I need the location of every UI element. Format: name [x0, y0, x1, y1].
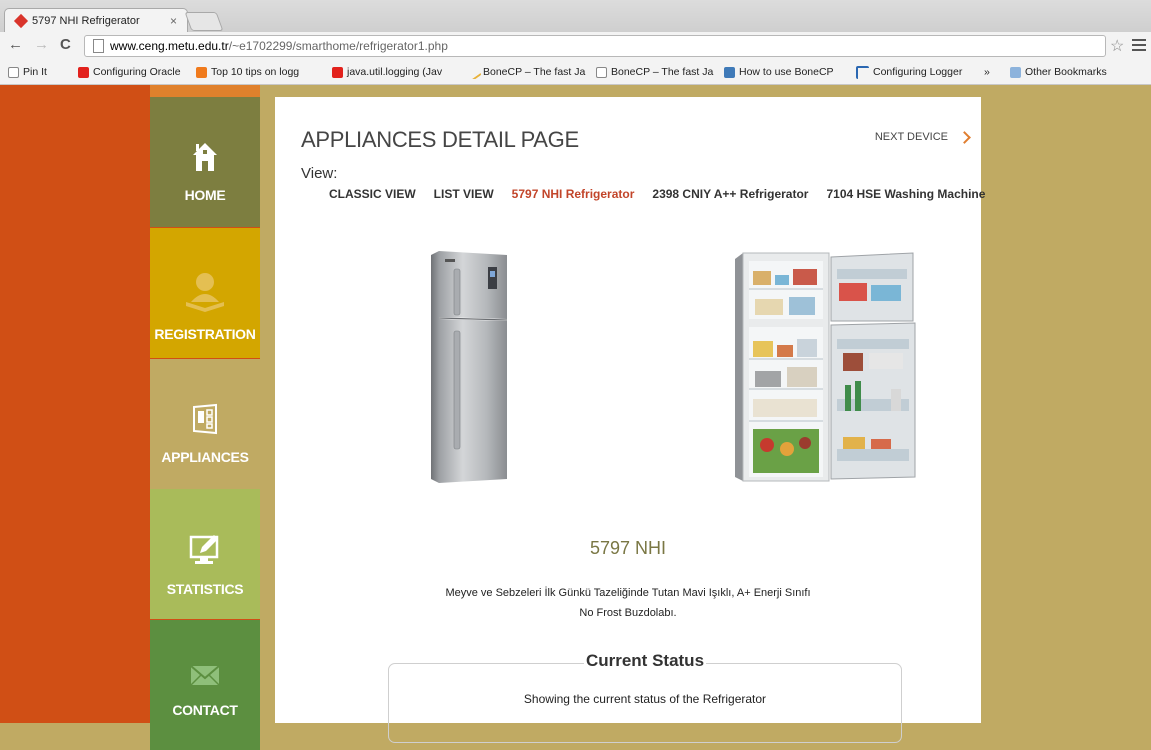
bookmark-item[interactable]: Top 10 tips on logg	[196, 66, 324, 78]
more-bookmarks-button[interactable]: »	[984, 66, 1002, 78]
next-device-label: NEXT DEVICE	[874, 131, 948, 143]
view-link-list[interactable]: LIST VIEW	[434, 187, 494, 201]
sidebar-item-label: APPLIANCES	[161, 449, 249, 465]
bookmark-item[interactable]: Pin It	[8, 66, 70, 78]
view-link-2398-cniy[interactable]: 2398 CNIY A++ Refrigerator	[652, 187, 808, 201]
oracle-icon	[332, 66, 343, 78]
sidebar-item-statistics[interactable]: STATISTICS	[150, 489, 260, 619]
url-text: www.ceng.metu.edu.tr/~e1702299/smarthome…	[110, 39, 448, 53]
bookmark-item[interactable]: How to use BoneCP	[724, 66, 848, 78]
folder-icon	[1010, 66, 1021, 78]
nav-top-strip	[150, 85, 260, 97]
oracle-icon	[78, 66, 89, 78]
bookmark-item[interactable]: Configuring Oracle	[78, 66, 188, 78]
tab-strip: 5797 NHI Refrigerator ×	[0, 0, 1151, 32]
view-label: View:	[301, 165, 338, 182]
fridge-open-image	[735, 252, 916, 482]
bookmark-item[interactable]: BoneCP – The fast Ja	[596, 66, 716, 78]
tab-title: 5797 NHI Refrigerator	[32, 14, 140, 27]
main-content: APPLIANCES DETAIL PAGE NEXT DEVICE View:…	[275, 97, 985, 743]
browser-toolbar: ← → C www.ceng.metu.edu.tr/~e1702299/sma…	[0, 32, 1151, 61]
status-text: Showing the current status of the Refrig…	[523, 692, 767, 706]
fridge-closed-image	[431, 251, 508, 483]
address-bar[interactable]: www.ceng.metu.edu.tr/~e1702299/smarthome…	[84, 35, 1106, 57]
view-link-5797-nhi[interactable]: 5797 NHI Refrigerator	[512, 187, 635, 201]
back-arrow-icon[interactable]: ←	[8, 36, 23, 53]
browser-tab[interactable]: 5797 NHI Refrigerator ×	[4, 8, 188, 32]
sidebar-item-label: STATISTICS	[166, 581, 244, 597]
hm-icon	[856, 65, 869, 79]
envelope-icon	[190, 665, 220, 686]
page-icon	[8, 66, 19, 78]
new-tab-button[interactable]	[184, 12, 224, 31]
browser-menu-icon[interactable]	[1132, 39, 1146, 51]
sidebar-item-registration[interactable]: REGISTRATION	[150, 228, 260, 358]
product-name: 5797 NHI	[589, 538, 667, 558]
monitor-pen-icon	[189, 535, 219, 564]
bookmarks-bar: Pin It Configuring Oracle Top 10 tips on…	[0, 60, 1151, 85]
page-icon	[596, 66, 607, 78]
sidebar-item-contact[interactable]: CONTACT	[150, 620, 260, 750]
favicon-icon	[15, 15, 27, 27]
view-link-classic[interactable]: CLASSIC VIEW	[329, 187, 416, 201]
bone-icon	[468, 65, 482, 79]
sidebar-item-label: CONTACT	[172, 702, 238, 718]
fridge-icon	[193, 403, 217, 435]
home-icon	[193, 143, 217, 171]
product-description: Meyve ve Sebzeleri İlk Günkü Tazeliğinde…	[445, 587, 811, 619]
sidebar-item-home[interactable]: HOME	[150, 97, 260, 227]
sidebar-item-label: REGISTRATION	[154, 326, 256, 342]
page-body: HOME REGISTRATION APPLIANCES STATISTICS	[0, 85, 1151, 750]
blogger-icon	[196, 66, 207, 78]
page-title: APPLIANCES DETAIL PAGE	[301, 127, 579, 152]
other-bookmarks-folder[interactable]: Other Bookmarks	[1010, 66, 1110, 78]
status-title: Current Status	[583, 651, 707, 670]
page-icon	[93, 39, 104, 53]
bookmark-item[interactable]: Configuring Logger	[856, 65, 976, 79]
current-status-panel: Current Status Showing the current statu…	[388, 651, 902, 743]
bookmark-star-icon[interactable]: ☆	[1110, 36, 1124, 56]
reload-icon[interactable]: C	[60, 36, 71, 53]
user-icon	[186, 273, 224, 312]
view-links: CLASSIC VIEW LIST VIEW 5797 NHI Refriger…	[329, 187, 1003, 201]
sidebar-item-label: HOME	[184, 187, 226, 203]
chevron-right-icon	[958, 130, 971, 144]
view-link-7104-hse[interactable]: 7104 HSE Washing Machine	[826, 187, 985, 201]
forward-arrow-icon[interactable]: →	[34, 36, 49, 53]
next-device-button[interactable]: NEXT DEVICE	[874, 130, 971, 144]
wordpress-icon	[724, 66, 735, 78]
bookmark-item[interactable]: BoneCP – The fast Ja	[468, 65, 588, 79]
tab-close-button[interactable]: ×	[170, 14, 177, 28]
sidebar-item-appliances[interactable]: APPLIANCES	[150, 359, 260, 489]
bookmark-item[interactable]: java.util.logging (Jav	[332, 66, 460, 78]
